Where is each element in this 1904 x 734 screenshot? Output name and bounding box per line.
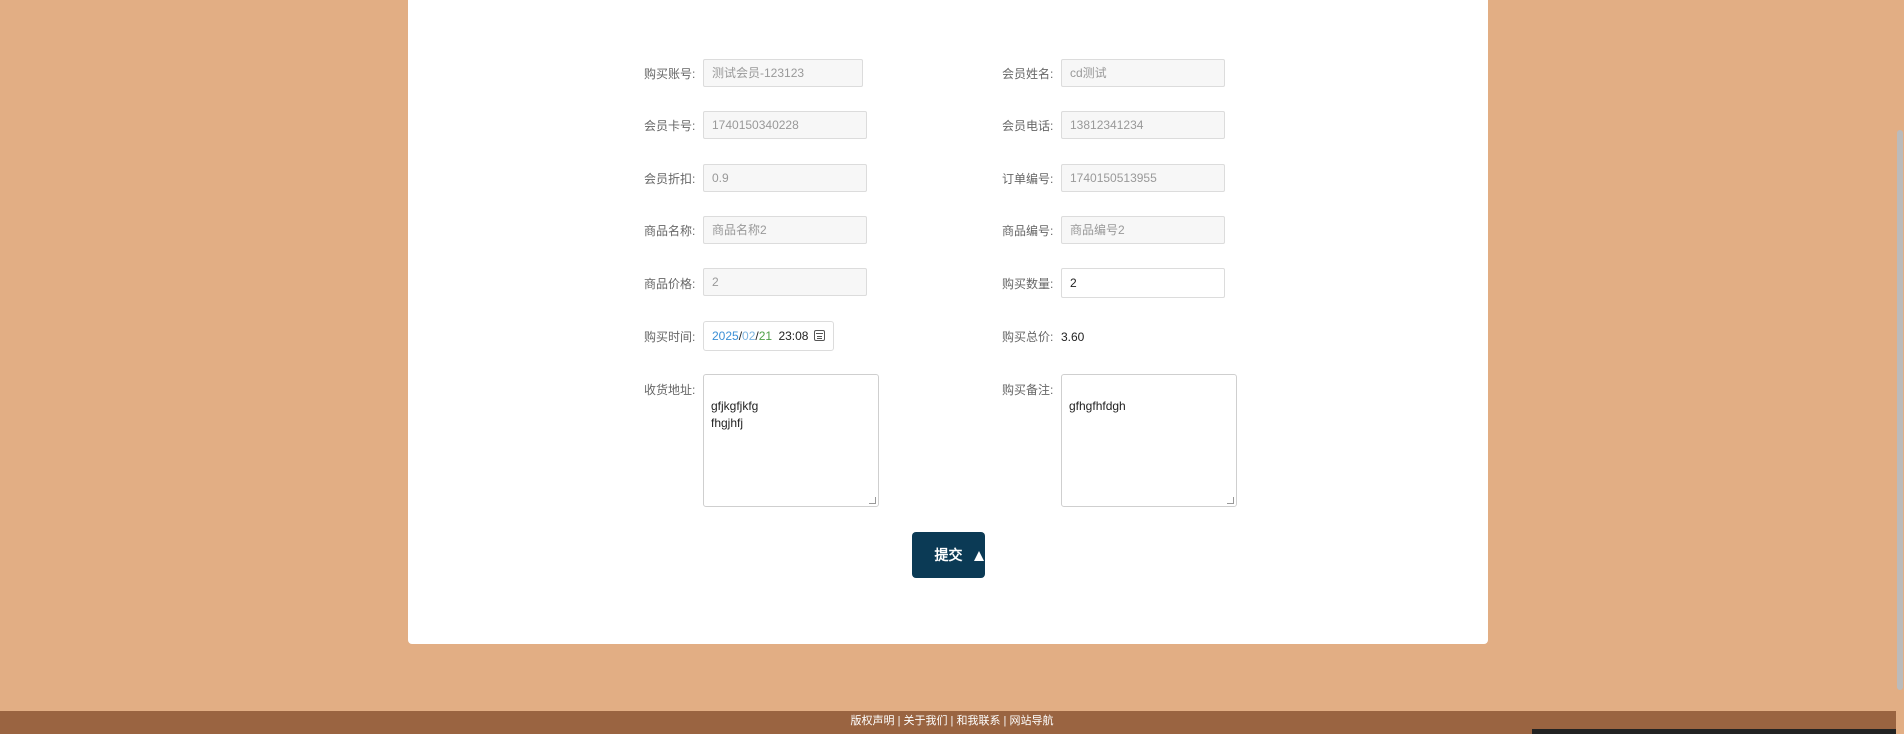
product-no-field[interactable]: 商品编号2 <box>1061 216 1225 244</box>
pointer-cursor-icon <box>974 551 984 561</box>
price-label: 商品价格: <box>644 277 696 291</box>
phone-field[interactable]: 13812341234 <box>1061 111 1225 139</box>
footer-links[interactable]: 版权声明 | 关于我们 | 和我联系 | 网站导航 <box>851 715 1054 727</box>
price-field[interactable]: 2 <box>703 268 867 296</box>
card-no-field[interactable]: 1740150340228 <box>703 111 867 139</box>
date-year: 2025 <box>712 329 739 343</box>
scrollbar[interactable] <box>1896 0 1904 734</box>
quantity-label: 购买数量: <box>1002 277 1054 291</box>
address-text: gfjkgfjkfg fhgjhfj <box>711 399 759 430</box>
product-no-label: 商品编号: <box>1002 224 1054 238</box>
account-field[interactable]: 测试会员-123123 <box>703 59 863 87</box>
product-name-label: 商品名称: <box>644 224 696 238</box>
address-label: 收货地址: <box>644 383 696 397</box>
order-no-field[interactable]: 1740150513955 <box>1061 164 1225 192</box>
product-name-field[interactable]: 商品名称2 <box>703 216 867 244</box>
discount-field[interactable]: 0.9 <box>703 164 867 192</box>
card-no-label: 会员卡号: <box>644 119 696 133</box>
note-label: 购买备注: <box>1002 383 1054 397</box>
time-value: 23:08 <box>778 329 809 343</box>
order-no-label: 订单编号: <box>1002 172 1054 186</box>
quantity-field[interactable]: 2 <box>1061 268 1225 298</box>
discount-label: 会员折扣: <box>644 172 696 186</box>
scrollbar-thumb[interactable] <box>1897 130 1903 690</box>
taskbar-edge <box>1532 729 1896 734</box>
note-text: gfhgfhfdgh <box>1069 399 1126 413</box>
note-textarea[interactable]: gfhgfhfdgh <box>1061 374 1237 507</box>
total-label: 购买总价: <box>1002 330 1054 344</box>
resize-grip-icon[interactable] <box>1227 497 1234 504</box>
member-name-field[interactable]: cd测试 <box>1061 59 1225 87</box>
resize-grip-icon[interactable] <box>869 497 876 504</box>
member-name-label: 会员姓名: <box>1002 67 1054 81</box>
datetime-picker[interactable]: 2025/02/21 23:08 <box>703 321 834 351</box>
account-label: 购买账号: <box>644 67 696 81</box>
address-textarea[interactable]: gfjkgfjkfg fhgjhfj <box>703 374 879 507</box>
calendar-icon[interactable] <box>814 330 825 341</box>
total-value: 3.60 <box>1061 330 1085 344</box>
time-label: 购买时间: <box>644 330 696 344</box>
date-month: 02 <box>742 329 756 343</box>
date-day: 21 <box>758 329 773 343</box>
phone-label: 会员电话: <box>1002 119 1054 133</box>
